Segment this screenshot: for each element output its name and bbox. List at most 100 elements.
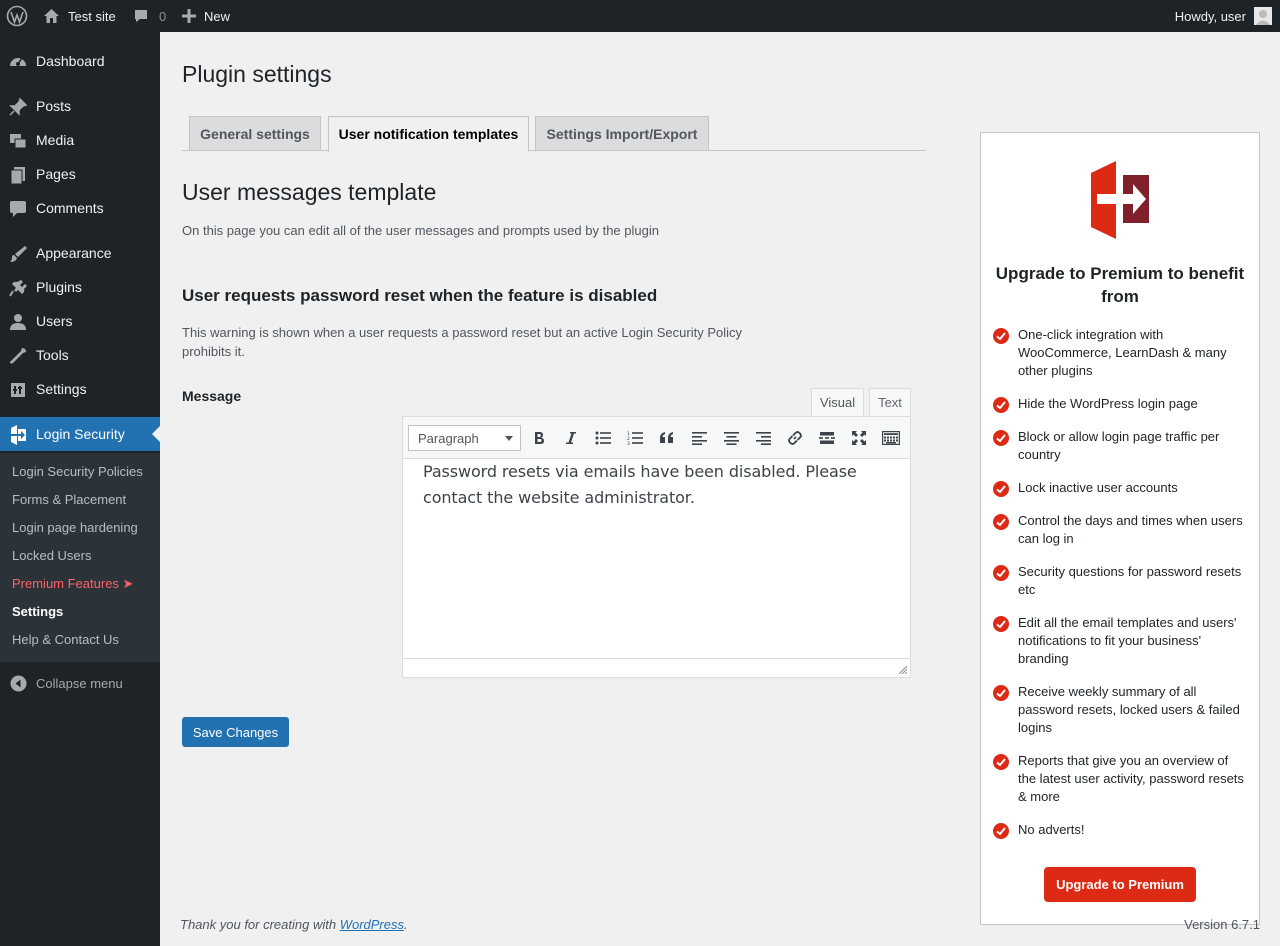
message-label: Message [182,388,242,404]
sidebar-item-plugins[interactable]: Plugins [0,270,160,304]
pin-icon [8,97,28,117]
check-circle-icon [993,328,1009,344]
tab-general-settings[interactable]: General settings [189,116,321,151]
blockquote-button[interactable] [656,427,678,449]
insert-link-button[interactable] [784,427,806,449]
sidebar-item-users[interactable]: Users [0,304,160,338]
submenu-item-forms[interactable]: Forms & Placement [12,492,126,507]
align-right-icon [755,432,771,445]
subsection-description: This warning is shown when a user reques… [182,325,743,359]
align-left-icon [691,432,707,445]
section-description: On this page you can edit all of the use… [182,223,659,238]
check-circle-icon [993,481,1009,497]
home-icon [43,8,60,24]
my-account-link[interactable]: Howdy, user [1175,0,1272,32]
comment-icon [8,199,28,219]
plus-icon [182,9,196,23]
upgrade-to-premium-button[interactable]: Upgrade to Premium [1044,867,1196,902]
sidebar-item-appearance[interactable]: Appearance [0,236,160,270]
check-circle-icon [993,616,1009,632]
submenu-item-locked-users[interactable]: Locked Users [12,548,91,563]
sidebar-item-tools[interactable]: Tools [0,338,160,372]
submenu-item-premium[interactable]: Premium Features ➤ [12,576,133,592]
premium-title: Upgrade to Premium to benefit from [995,264,1245,306]
tab-settings-import-export[interactable]: Settings Import/Export [535,116,709,151]
new-label: New [204,8,231,24]
check-circle-icon [993,823,1009,839]
sidebar-item-posts[interactable]: Posts [0,89,160,123]
submenu-item-help[interactable]: Help & Contact Us [12,632,119,647]
site-home-link[interactable]: Test site [43,0,116,32]
sidebar-item-dashboard[interactable]: Dashboard [0,44,160,78]
tab-user-notification-templates[interactable]: User notification templates [328,116,529,152]
check-circle-icon [993,514,1009,530]
align-center-icon [723,432,739,445]
submenu-item-policies[interactable]: Login Security Policies [12,464,143,479]
editor-content-area[interactable]: Password resets via emails have been dis… [423,459,893,511]
section-title: User messages template [182,179,437,205]
howdy-text: Howdy, user [1174,8,1246,24]
fullscreen-button[interactable] [848,427,870,449]
format-select[interactable]: Paragraph [408,425,521,451]
numbered-list-button[interactable]: 123 [624,427,646,449]
settings-icon [8,380,28,400]
italic-button[interactable] [560,427,582,449]
footer-thanks: Thank you for creating with WordPress. [180,917,408,932]
wordpress-logo-icon[interactable] [6,0,28,32]
sidebar-item-media[interactable]: Media [0,123,160,157]
collapse-icon [10,675,27,695]
italic-icon [566,432,576,444]
editor-tab-visual[interactable]: Visual [811,388,864,417]
read-more-button[interactable] [816,427,838,449]
admin-sidebar: Dashboard Posts Media Pages Comments App… [0,32,160,946]
comment-icon [133,8,149,24]
login-security-icon [8,425,28,445]
fullscreen-icon [852,431,866,445]
login-security-submenu: Login Security Policies Forms & Placemen… [0,453,160,662]
wordpress-link[interactable]: WordPress [340,917,404,932]
align-center-button[interactable] [720,427,742,449]
sidebar-item-login-security[interactable]: Login Security [0,417,160,451]
comments-link[interactable]: 0 [133,0,166,32]
sidebar-item-pages[interactable]: Pages [0,157,160,191]
svg-text:3: 3 [627,441,630,445]
editor-toolbar: Paragraph 123 [403,417,910,459]
bulleted-list-button[interactable] [592,427,614,449]
check-circle-icon [993,397,1009,413]
read-more-icon [819,432,835,444]
brush-icon [8,244,28,264]
align-right-button[interactable] [752,427,774,449]
submenu-item-settings[interactable]: Settings [12,604,63,619]
pages-icon [8,165,28,185]
editor-tab-text[interactable]: Text [869,388,911,417]
page-title: Plugin settings [182,61,332,87]
bold-icon [535,432,544,444]
link-icon [788,431,802,445]
bold-button[interactable] [528,427,550,449]
numbered-list-icon: 123 [627,431,643,445]
toolbar-toggle-button[interactable] [880,427,902,449]
check-circle-icon [993,565,1009,581]
bulleted-list-icon [595,431,611,445]
plug-icon [8,278,28,298]
admin-bar: Test site 0 New Howdy, user [0,0,1280,32]
subsection-title: User requests password reset when the fe… [182,286,658,305]
premium-upsell-box: Upgrade to Premium to benefit from One-c… [980,132,1260,925]
resize-handle-icon[interactable] [898,665,907,674]
sidebar-item-comments[interactable]: Comments [0,191,160,225]
site-name: Test site [68,8,116,24]
save-changes-button[interactable]: Save Changes [182,717,289,747]
new-content-link[interactable]: New [182,0,230,32]
keyboard-icon [882,431,900,445]
collapse-menu-button[interactable]: Collapse menu [0,666,160,700]
check-circle-icon [993,754,1009,770]
wrench-icon [8,346,28,366]
sidebar-item-settings[interactable]: Settings [0,372,160,406]
align-left-button[interactable] [688,427,710,449]
quote-icon [660,432,673,443]
message-editor: Paragraph 123 Password resets via emails… [402,416,911,678]
plugin-logo-icon [1091,161,1149,239]
submenu-item-hardening[interactable]: Login page hardening [12,520,138,535]
user-icon [8,312,28,332]
comments-count: 0 [159,8,167,24]
